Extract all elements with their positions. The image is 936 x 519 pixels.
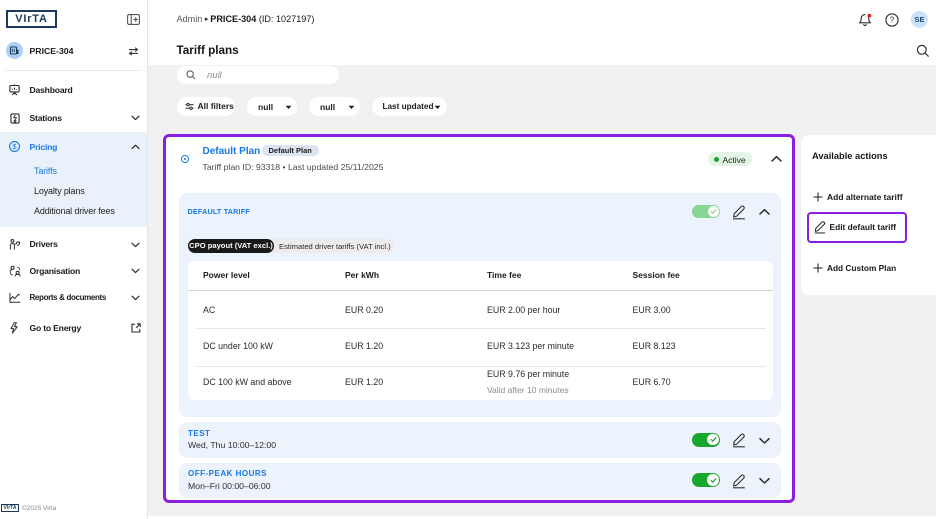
svg-text:$: $ <box>12 142 17 151</box>
svg-text:?: ? <box>890 15 895 24</box>
